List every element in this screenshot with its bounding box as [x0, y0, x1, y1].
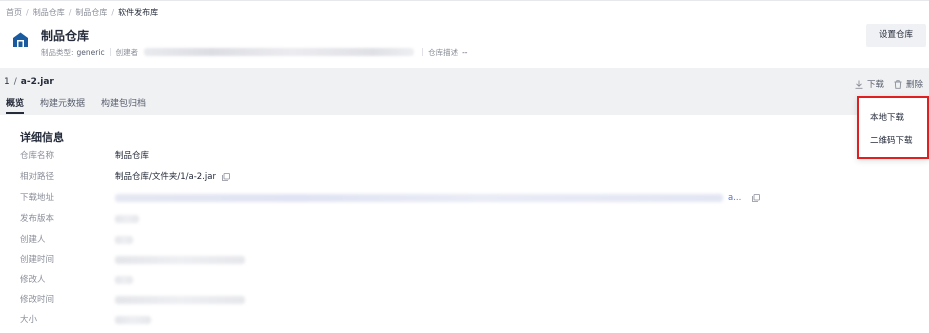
delete-button[interactable]: 删除 [894, 78, 923, 90]
relative-path-value: 制品仓库/文件夹/1/a-2.jar [115, 172, 216, 182]
tab-bar: 概览 构建元数据 构建包归档 [6, 96, 162, 114]
breadcrumb-separator: / [111, 7, 115, 17]
breadcrumb-separator: / [26, 7, 29, 17]
download-url-redacted [115, 194, 723, 202]
detail-value: 制品仓库 [115, 151, 150, 161]
detail-row-created-time: 创建时间 [0, 253, 860, 267]
detail-row-modified-time: 修改时间 [0, 293, 860, 307]
detail-row-release-version: 发布版本 [0, 212, 860, 226]
detail-row-size: 大小 [0, 313, 860, 327]
detail-label: 创建时间 [20, 255, 55, 265]
breadcrumb-artifact-repo-2[interactable]: 制品仓库 [75, 7, 107, 18]
type-label: 制品类型: [41, 47, 74, 57]
detail-label: 相对路径 [20, 172, 55, 182]
tab-overview[interactable]: 概览 [6, 96, 25, 114]
top-divider [0, 0, 929, 1]
detail-value-wrap: 制品仓库/文件夹/1/a-2.jar [115, 170, 230, 184]
detail-row-creator: 创建人 [0, 233, 860, 247]
breadcrumb-home[interactable]: 首页 [6, 7, 22, 18]
detail-label: 下载地址 [20, 193, 55, 203]
type-value: generic [76, 47, 105, 57]
settings-repo-button[interactable]: 设置仓库 [866, 24, 926, 47]
file-name: a-2.jar [20, 77, 54, 87]
copy-icon[interactable] [222, 173, 230, 181]
download-icon [855, 80, 863, 89]
size-redacted [115, 316, 151, 324]
detail-label: 修改人 [20, 275, 46, 285]
modified-time-redacted [115, 296, 245, 304]
detail-row-download-url: 下载地址 a... [0, 191, 860, 205]
detail-label: 大小 [20, 315, 38, 325]
detail-label: 修改时间 [20, 295, 55, 305]
meta-divider [109, 48, 111, 56]
copy-icon[interactable] [752, 194, 760, 202]
menu-item-local-download[interactable]: 本地下载 [870, 111, 904, 123]
delete-label: 删除 [906, 80, 924, 90]
created-time-redacted [115, 256, 245, 264]
details-title: 详细信息 [20, 131, 64, 144]
tab-build-metadata[interactable]: 构建元数据 [40, 96, 85, 114]
release-version-redacted [115, 215, 139, 223]
detail-label: 仓库名称 [20, 151, 55, 161]
creator-label: 创建者 [115, 47, 139, 57]
detail-row-modifier: 修改人 [0, 273, 860, 287]
file-actions: 下载 删除 [855, 78, 929, 90]
repository-icon [13, 32, 28, 47]
meta-divider [422, 48, 424, 56]
download-label: 下载 [867, 80, 885, 90]
creator-redacted [115, 236, 133, 244]
menu-item-qrcode-download[interactable]: 二维码下载 [870, 134, 913, 146]
detail-row-repo-name: 仓库名称 制品仓库 [0, 149, 860, 163]
tab-build-archive[interactable]: 构建包归档 [101, 96, 146, 114]
modifier-redacted [115, 276, 133, 284]
repo-meta: 制品类型: generic 创建者 仓库描述 -- [41, 46, 468, 58]
detail-label: 发布版本 [20, 214, 55, 224]
download-button[interactable]: 下载 [855, 78, 884, 90]
description-value: -- [462, 47, 468, 57]
breadcrumb: 首页 / 制品仓库 / 制品仓库 / 软件发布库 [6, 6, 158, 18]
detail-row-relative-path: 相对路径 制品仓库/文件夹/1/a-2.jar [0, 170, 860, 184]
breadcrumb-separator: / [68, 7, 72, 17]
creator-value-redacted [144, 48, 415, 56]
breadcrumb-artifact-repo[interactable]: 制品仓库 [33, 7, 65, 18]
description-label: 仓库描述 [428, 47, 459, 57]
trash-icon [894, 79, 902, 89]
detail-label: 创建人 [20, 235, 46, 245]
page-title: 制品仓库 [41, 29, 90, 43]
file-path-separator: / [13, 77, 17, 87]
download-url-link[interactable]: a... [728, 191, 741, 205]
breadcrumb-current: 软件发布库 [118, 7, 159, 17]
file-path: 1/a-2.jar [4, 77, 54, 87]
file-index[interactable]: 1 [4, 77, 10, 87]
download-dropdown: 本地下载 二维码下载 [857, 96, 929, 159]
